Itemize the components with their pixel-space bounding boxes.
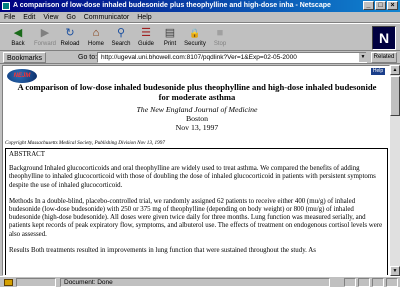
status-cell [386,278,398,287]
home-button[interactable]: ⌂ Home [84,26,108,51]
status-text: Document: Done [60,278,330,287]
security-lock-icon: 🔒 [189,28,201,38]
guide-icon: ☰ [141,27,151,39]
abstract-box: ABSTRACT Background Inhaled glucocortico… [5,148,388,275]
article-title: A comparison of low-dose inhaled budeson… [17,82,377,102]
security-label: Security [184,41,206,47]
status-bar: Document: Done [0,276,400,287]
menu-edit[interactable]: Edit [23,12,35,22]
menu-go[interactable]: Go [66,12,75,22]
related-button[interactable]: Related [371,52,397,63]
vertical-scrollbar[interactable]: ▲ ▼ [390,65,400,276]
abstract-results: Results Both treatments resulted in impr… [9,246,316,254]
stop-button[interactable]: ■ Stop [208,26,232,51]
menu-view[interactable]: View [43,12,58,22]
netscape-app-icon[interactable] [2,2,10,10]
progress-indicator [16,278,56,287]
related-label: Related [373,54,395,60]
guide-button[interactable]: ☰ Guide [134,26,158,51]
search-icon: ⚲ [116,27,126,39]
search-label: Search [111,41,131,47]
minimize-button[interactable]: _ [363,1,374,10]
scroll-thumb[interactable] [390,76,400,116]
location-bar: Bookmarks Go to: http://ugeval.uni.bhowe… [0,51,400,64]
search-button[interactable]: ⚲ Search [109,26,133,51]
abstract-background: Background Inhaled glucocorticoids and o… [9,165,376,189]
status-cell [358,278,370,287]
menu-bar: File Edit View Go Communicator Help [0,12,400,23]
help-button[interactable]: Help [371,68,385,75]
security-button[interactable]: 🔒 Security [183,26,207,51]
bookmarks-button[interactable]: Bookmarks [3,52,47,63]
forward-arrow-icon: ▶ [40,27,50,39]
guide-label: Guide [137,41,154,47]
url-input[interactable]: http://ugeval.uni.bhowell.com:8107/pqdli… [97,52,367,63]
menu-help[interactable]: Help [137,12,151,22]
security-status-icon[interactable] [4,279,13,286]
navigation-toolbar: ◀ Back ▶ Forward ↻ Reload ⌂ Home ⚲ Searc… [0,23,400,51]
reload-label: Reload [60,41,80,47]
home-icon: ⌂ [92,27,100,39]
print-icon: ▤ [164,27,176,39]
abstract-heading: ABSTRACT [9,151,45,158]
print-label: Print [163,41,177,47]
netscape-logo-icon[interactable]: N [372,26,396,50]
stop-icon: ■ [216,27,224,39]
print-button[interactable]: ▤ Print [158,26,182,51]
status-cell [344,278,356,287]
reload-button[interactable]: ↻ Reload [58,26,82,51]
menu-communicator[interactable]: Communicator [84,12,130,22]
back-label: Back [11,41,25,47]
bookmarks-label: Bookmarks [7,55,43,62]
forward-label: Forward [33,41,56,47]
location-label: Go to: [78,54,98,61]
window-title: A comparison of low-dose inhaled budeson… [13,2,331,9]
back-button[interactable]: ◀ Back [6,26,30,51]
scroll-down-icon[interactable]: ▼ [390,266,400,276]
publication-date: Nov 13, 1997 [175,123,219,132]
menu-file[interactable]: File [4,12,15,22]
reload-icon: ↻ [65,27,75,39]
url-dropdown-icon[interactable]: ▼ [359,53,367,62]
home-label: Home [87,41,104,47]
scroll-up-icon[interactable]: ▲ [390,65,400,75]
window-title-bar[interactable]: A comparison of low-dose inhaled budeson… [0,0,400,12]
forward-button[interactable]: ▶ Forward [33,26,57,51]
status-cell [372,278,384,287]
back-arrow-icon: ◀ [13,27,23,39]
page-content: NEJM Help A comparison of low-dose inhal… [2,65,390,276]
stop-label: Stop [213,41,227,47]
maximize-button[interactable]: □ [375,1,386,10]
close-button[interactable]: × [387,1,398,10]
copyright-notice: Copyright Massachusetts Medical Society,… [5,140,165,146]
abstract-methods: Methods In a double-blind, placebo-contr… [9,197,383,238]
journal-logo[interactable]: NEJM [7,69,37,83]
